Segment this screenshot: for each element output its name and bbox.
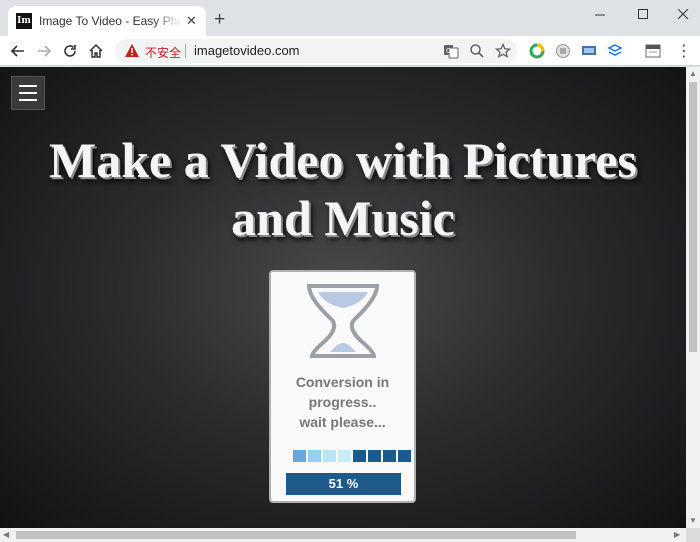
browser-menu-button[interactable]: ⋮ <box>676 41 692 60</box>
status-line-2: progress.. <box>308 394 377 410</box>
hamburger-icon-bar <box>19 92 37 94</box>
forward-button[interactable] <box>34 41 54 61</box>
favicon-icon: Im <box>16 13 32 29</box>
scroll-down-arrow-icon[interactable]: ▼ <box>689 516 697 525</box>
scroll-left-arrow-icon[interactable]: ◀ <box>3 530 9 539</box>
security-status[interactable]: 不安全 <box>145 44 181 61</box>
conversion-status-text: Conversion in progress.. wait please... <box>271 372 414 432</box>
extension-screen-icon[interactable] <box>581 43 597 59</box>
page-title: Make a Video with Pictures and Music <box>0 131 686 247</box>
progress-segment <box>338 450 351 462</box>
translate-icon[interactable]: G <box>443 43 459 59</box>
segment-progress-indicator <box>293 450 411 462</box>
progress-segment <box>323 450 336 462</box>
progress-segment <box>368 450 381 462</box>
status-line-3: wait please... <box>299 414 386 430</box>
tab-close-icon[interactable]: ✕ <box>185 13 198 29</box>
address-bar[interactable]: 不安全 imagetovideo.com G <box>115 39 517 63</box>
page-viewport: Make a Video with Pictures and Music Con… <box>0 67 686 528</box>
new-tab-button[interactable]: + <box>214 10 225 30</box>
extension-calendar-icon[interactable] <box>645 43 661 59</box>
warning-icon <box>125 44 139 57</box>
title-line-2: and Music <box>231 190 455 246</box>
tab-strip: Im Image To Video - Easy Photo to Video … <box>0 0 700 36</box>
extension-layers-icon[interactable] <box>607 43 623 59</box>
horizontal-scrollbar[interactable]: ◀ ▶ <box>0 528 686 542</box>
reload-icon <box>64 45 76 57</box>
status-line-1: Conversion in <box>295 374 390 390</box>
scroll-right-arrow-icon[interactable]: ▶ <box>674 530 680 539</box>
browser-tab[interactable]: Im Image To Video - Easy Photo to Video … <box>8 6 206 36</box>
progress-segment <box>398 450 411 462</box>
minimize-icon <box>594 14 605 15</box>
extension-circle-icon[interactable] <box>529 43 545 59</box>
title-line-1: Make a Video with Pictures <box>49 132 637 188</box>
hamburger-menu-button[interactable] <box>11 76 45 110</box>
progress-segment <box>353 450 366 462</box>
back-icon <box>10 45 24 57</box>
window-close-button[interactable] <box>660 0 700 28</box>
progress-segment <box>308 450 321 462</box>
hamburger-icon-bar <box>19 99 37 101</box>
forward-icon <box>38 45 52 57</box>
back-button[interactable] <box>8 41 28 61</box>
url-text[interactable]: imagetovideo.com <box>194 43 300 58</box>
maximize-icon <box>637 8 648 19</box>
browser-toolbar: 不安全 imagetovideo.com G ⋮ <box>0 36 700 66</box>
scrollbar-corner <box>686 528 700 542</box>
progress-bar: 51 % <box>286 473 401 495</box>
home-button[interactable] <box>86 41 106 61</box>
zoom-icon[interactable] <box>469 43 485 59</box>
bookmark-star-icon[interactable] <box>495 43 511 59</box>
progress-segment <box>293 450 306 462</box>
conversion-status-card: Conversion in progress.. wait please... … <box>269 270 416 503</box>
tab-title: Image To Video - Easy Photo to Video Mak… <box>39 14 181 28</box>
horizontal-scroll-thumb[interactable] <box>16 531 576 539</box>
svg-text:G: G <box>446 47 451 55</box>
vertical-scroll-thumb[interactable] <box>689 82 697 352</box>
extension-grey-icon[interactable] <box>555 43 571 59</box>
hourglass-icon <box>306 284 380 358</box>
scroll-up-arrow-icon[interactable]: ▲ <box>689 69 697 78</box>
home-icon <box>89 43 103 58</box>
hamburger-icon-bar <box>19 85 37 87</box>
omnibox-divider <box>185 44 186 58</box>
close-icon <box>677 8 688 19</box>
vertical-scrollbar[interactable]: ▲ ▼ <box>686 67 700 528</box>
minimize-button[interactable] <box>577 0 623 28</box>
reload-button[interactable] <box>60 41 80 61</box>
progress-segment <box>383 450 396 462</box>
